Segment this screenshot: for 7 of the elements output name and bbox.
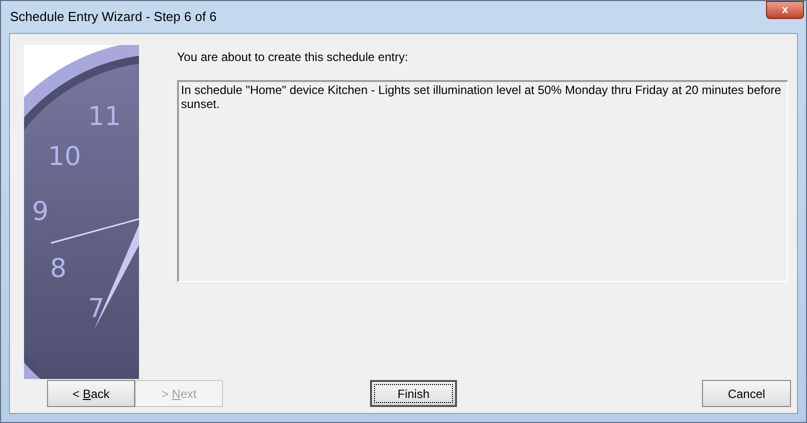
wizard-button[interactable]: Cancel [702,380,791,407]
clock-drawing: 11 10 9 8 7 [24,45,139,379]
wizard-button[interactable]: < Back [47,380,135,407]
finish-button[interactable]: Finish [370,380,457,407]
prompt-text: You are about to create this schedule entry: [177,49,410,66]
window-title: Schedule Entry Wizard - Step 6 of 6 [10,8,217,26]
summary-box: In schedule "Home" device Kitchen - Lights set illumination level at 50% Monday thru Friday at 20 minutes before sunset. [177,80,788,282]
